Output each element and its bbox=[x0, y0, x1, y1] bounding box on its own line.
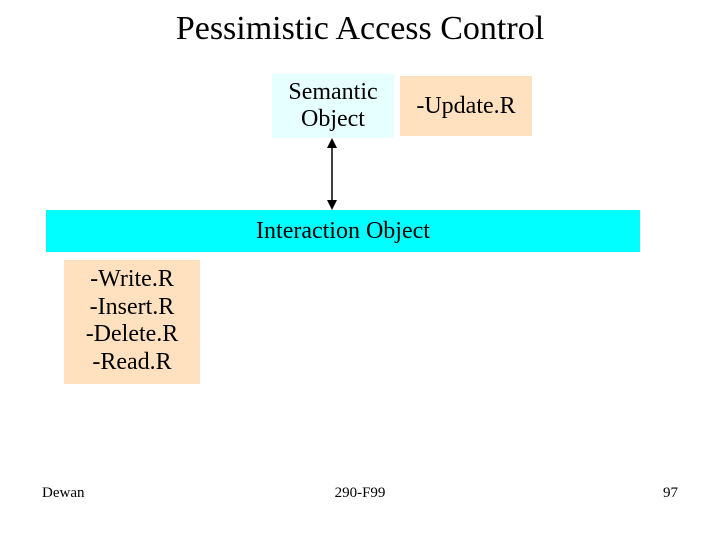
footer-course: 290-F99 bbox=[0, 485, 720, 502]
update-r-box: -Update.R bbox=[400, 76, 532, 136]
semantic-object-box: Semantic Object bbox=[272, 74, 394, 138]
operations-box: -Write.R -Insert.R -Delete.R -Read.R bbox=[64, 260, 200, 384]
semantic-object-label: Semantic Object bbox=[288, 79, 377, 133]
interaction-object-label: Interaction Object bbox=[256, 218, 430, 245]
op-item: -Insert.R bbox=[72, 294, 192, 322]
op-item: -Write.R bbox=[72, 266, 192, 294]
op-item: -Delete.R bbox=[72, 321, 192, 349]
op-item: -Read.R bbox=[72, 349, 192, 377]
double-arrow-icon bbox=[322, 138, 342, 210]
update-r-label: -Update.R bbox=[416, 93, 515, 120]
interaction-object-box: Interaction Object bbox=[46, 210, 640, 252]
slide-title: Pessimistic Access Control bbox=[0, 10, 720, 48]
footer-page-number: 97 bbox=[663, 485, 678, 502]
